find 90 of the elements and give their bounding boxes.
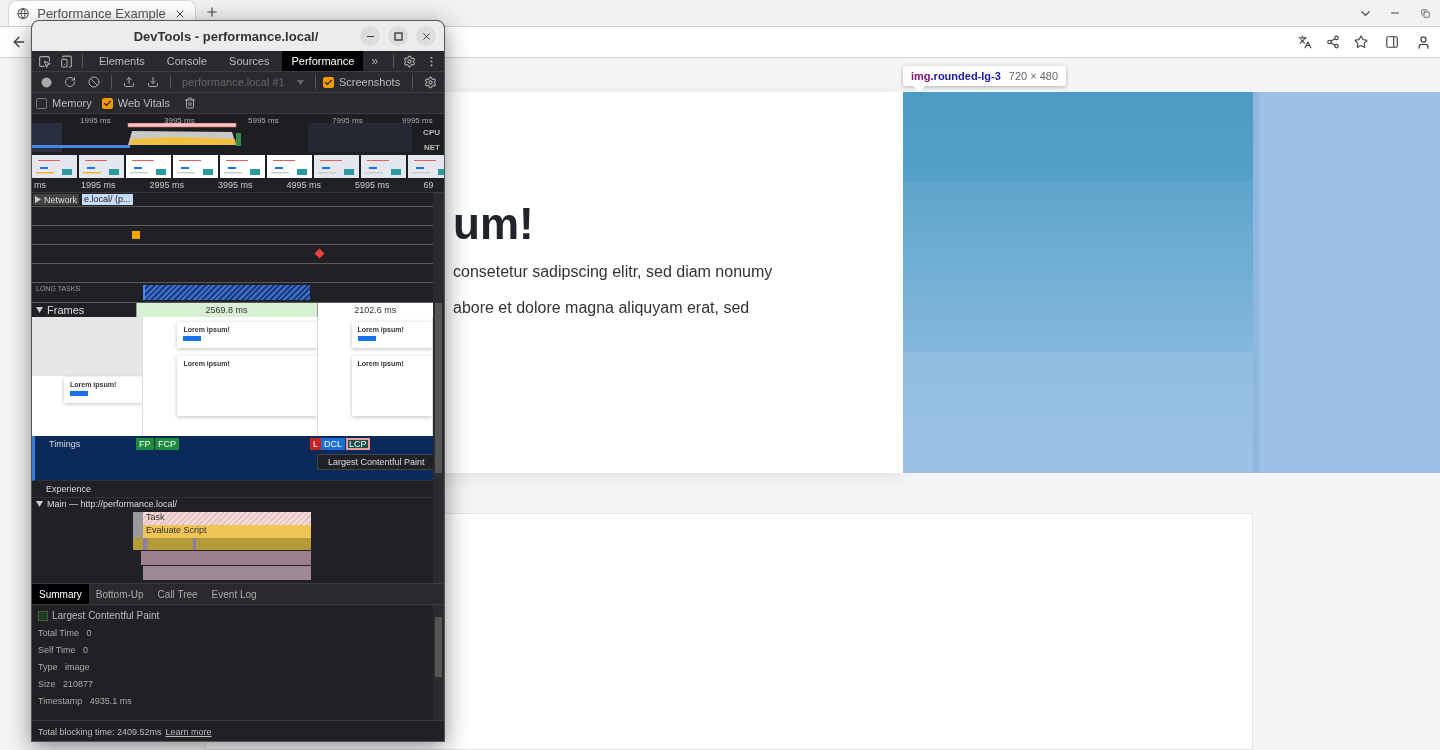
summary-row-text: Type image	[38, 662, 91, 672]
time-tick: ms	[34, 180, 46, 190]
maximize-icon	[393, 31, 403, 41]
devtools-tab[interactable]: Elements	[89, 51, 154, 71]
time-tick: 7995 ms	[332, 116, 363, 125]
flame-event[interactable]: Evaluate Script	[133, 525, 311, 538]
expand-triangle-icon	[35, 196, 41, 203]
network-request-bar[interactable]: e.local/ (p...	[82, 194, 133, 205]
star-icon	[1354, 35, 1368, 49]
time-tick: 1995 ms	[81, 180, 116, 190]
summary-row-text: Timestamp 4935.1 ms	[38, 696, 133, 706]
side-panel-icon	[1385, 35, 1399, 49]
screenshot-thumbnail	[361, 155, 406, 178]
screenshot-thumbnail	[220, 155, 265, 178]
learn-more-link[interactable]: Learn more	[165, 726, 212, 737]
track-label: Experience	[46, 484, 92, 494]
screenshot-thumbnail	[32, 155, 77, 178]
time-tick: 5995 ms	[248, 116, 279, 125]
time-tick: 9995 ms	[402, 116, 433, 125]
person-icon	[1415, 34, 1431, 50]
collapse-triangle-icon	[36, 501, 43, 507]
close-button[interactable]	[416, 26, 436, 46]
share-icon	[1326, 35, 1340, 49]
timing-marker[interactable]: FP	[136, 438, 154, 450]
summary-title: Largest Contentful Paint	[52, 610, 160, 621]
time-tick: 3995 ms	[218, 180, 253, 190]
category-swatch	[38, 610, 48, 621]
scrollbar[interactable]	[433, 193, 444, 583]
restore-icon	[1420, 8, 1430, 18]
time-tick: 3995 ms	[164, 116, 195, 125]
time-tick: 2995 ms	[149, 180, 185, 190]
screenshot-thumbnail	[408, 155, 444, 178]
collapse-triangle-icon	[36, 307, 43, 313]
vital-marker-square	[132, 231, 140, 239]
check-icon	[102, 98, 112, 108]
inspect-tooltip: img.rounded-lg-3 720 × 480	[903, 66, 1067, 86]
paragraph-line: abore et dolore magna aliquyam erat, sed	[453, 298, 750, 319]
screenshots-checkbox[interactable]: Screenshots	[323, 76, 401, 88]
panel-tab[interactable]: Call Tree	[150, 584, 205, 604]
page-heading: um!	[453, 200, 534, 249]
time-tick: 5995 ms	[355, 180, 390, 190]
summary-row-text: Size 210877	[38, 679, 95, 689]
close-icon	[420, 30, 432, 42]
option-checkbox[interactable]: Memory	[36, 97, 92, 109]
screenshot-thumbnail	[267, 155, 312, 178]
track-label[interactable]: Frames	[32, 303, 136, 317]
timing-marker[interactable]: L	[310, 438, 321, 450]
devtools-tab[interactable]: Console	[157, 51, 217, 71]
globe-icon	[17, 7, 30, 20]
new-tab-button[interactable]	[204, 5, 220, 19]
network-track-label[interactable]: Network	[33, 194, 79, 205]
track-label: Timings	[49, 439, 81, 449]
time-tick: 69	[423, 180, 434, 190]
screenshot-thumbnail	[314, 155, 359, 178]
track-label[interactable]: Main — http://performance.local/	[36, 499, 178, 509]
devtools-tab[interactable]: Sources	[220, 51, 279, 71]
total-blocking-time: Total blocking time: 2409.52ms	[38, 726, 162, 737]
plus-icon	[205, 5, 219, 19]
timing-marker[interactable]: FCP	[155, 438, 179, 450]
devtools-tab[interactable]: Performance	[282, 51, 364, 71]
scrollbar[interactable]	[433, 605, 444, 720]
frame-duration[interactable]: 2102.6 ms	[316, 303, 433, 317]
window-title: DevTools - performance.local/	[132, 28, 320, 44]
panel-tab[interactable]: Summary	[32, 584, 89, 604]
flame-event[interactable]: Task	[133, 512, 311, 525]
time-tick: 4995 ms	[286, 180, 322, 190]
timing-marker[interactable]: DCL	[321, 438, 345, 450]
tooltip-arrow	[913, 86, 925, 92]
check-icon	[324, 77, 333, 87]
screenshot-thumbnail	[173, 155, 218, 178]
translate-icon	[1298, 35, 1312, 49]
panel-tab[interactable]: Bottom-Up	[88, 584, 151, 604]
time-tick: 1995 ms	[80, 116, 111, 125]
panel-tab[interactable]: Event Log	[204, 584, 264, 604]
more-tabs-button[interactable]: »	[367, 54, 383, 68]
maximize-button[interactable]	[388, 26, 408, 46]
cpu-label: CPU	[423, 128, 440, 137]
tab-title: Performance Example	[37, 6, 166, 21]
screenshot-thumbnail	[79, 155, 124, 178]
summary-row-text: Self Time 0	[38, 645, 90, 655]
summary-row-text: Total Time 0	[38, 628, 93, 638]
paragraph-line: consetetur sadipscing elitr, sed diam nonumy	[453, 262, 773, 283]
caret-icon	[297, 79, 304, 85]
inspect-element-icon[interactable]	[36, 54, 54, 68]
screenshot-thumbnail	[126, 155, 171, 178]
timing-marker[interactable]: LCP	[346, 438, 370, 450]
option-checkbox[interactable]: Web Vitals	[101, 97, 170, 109]
frame-duration[interactable]: 2569.8 ms	[135, 303, 317, 317]
net-label: NET	[424, 143, 440, 152]
marker-tooltip: Largest Contentful Paint	[317, 454, 433, 470]
